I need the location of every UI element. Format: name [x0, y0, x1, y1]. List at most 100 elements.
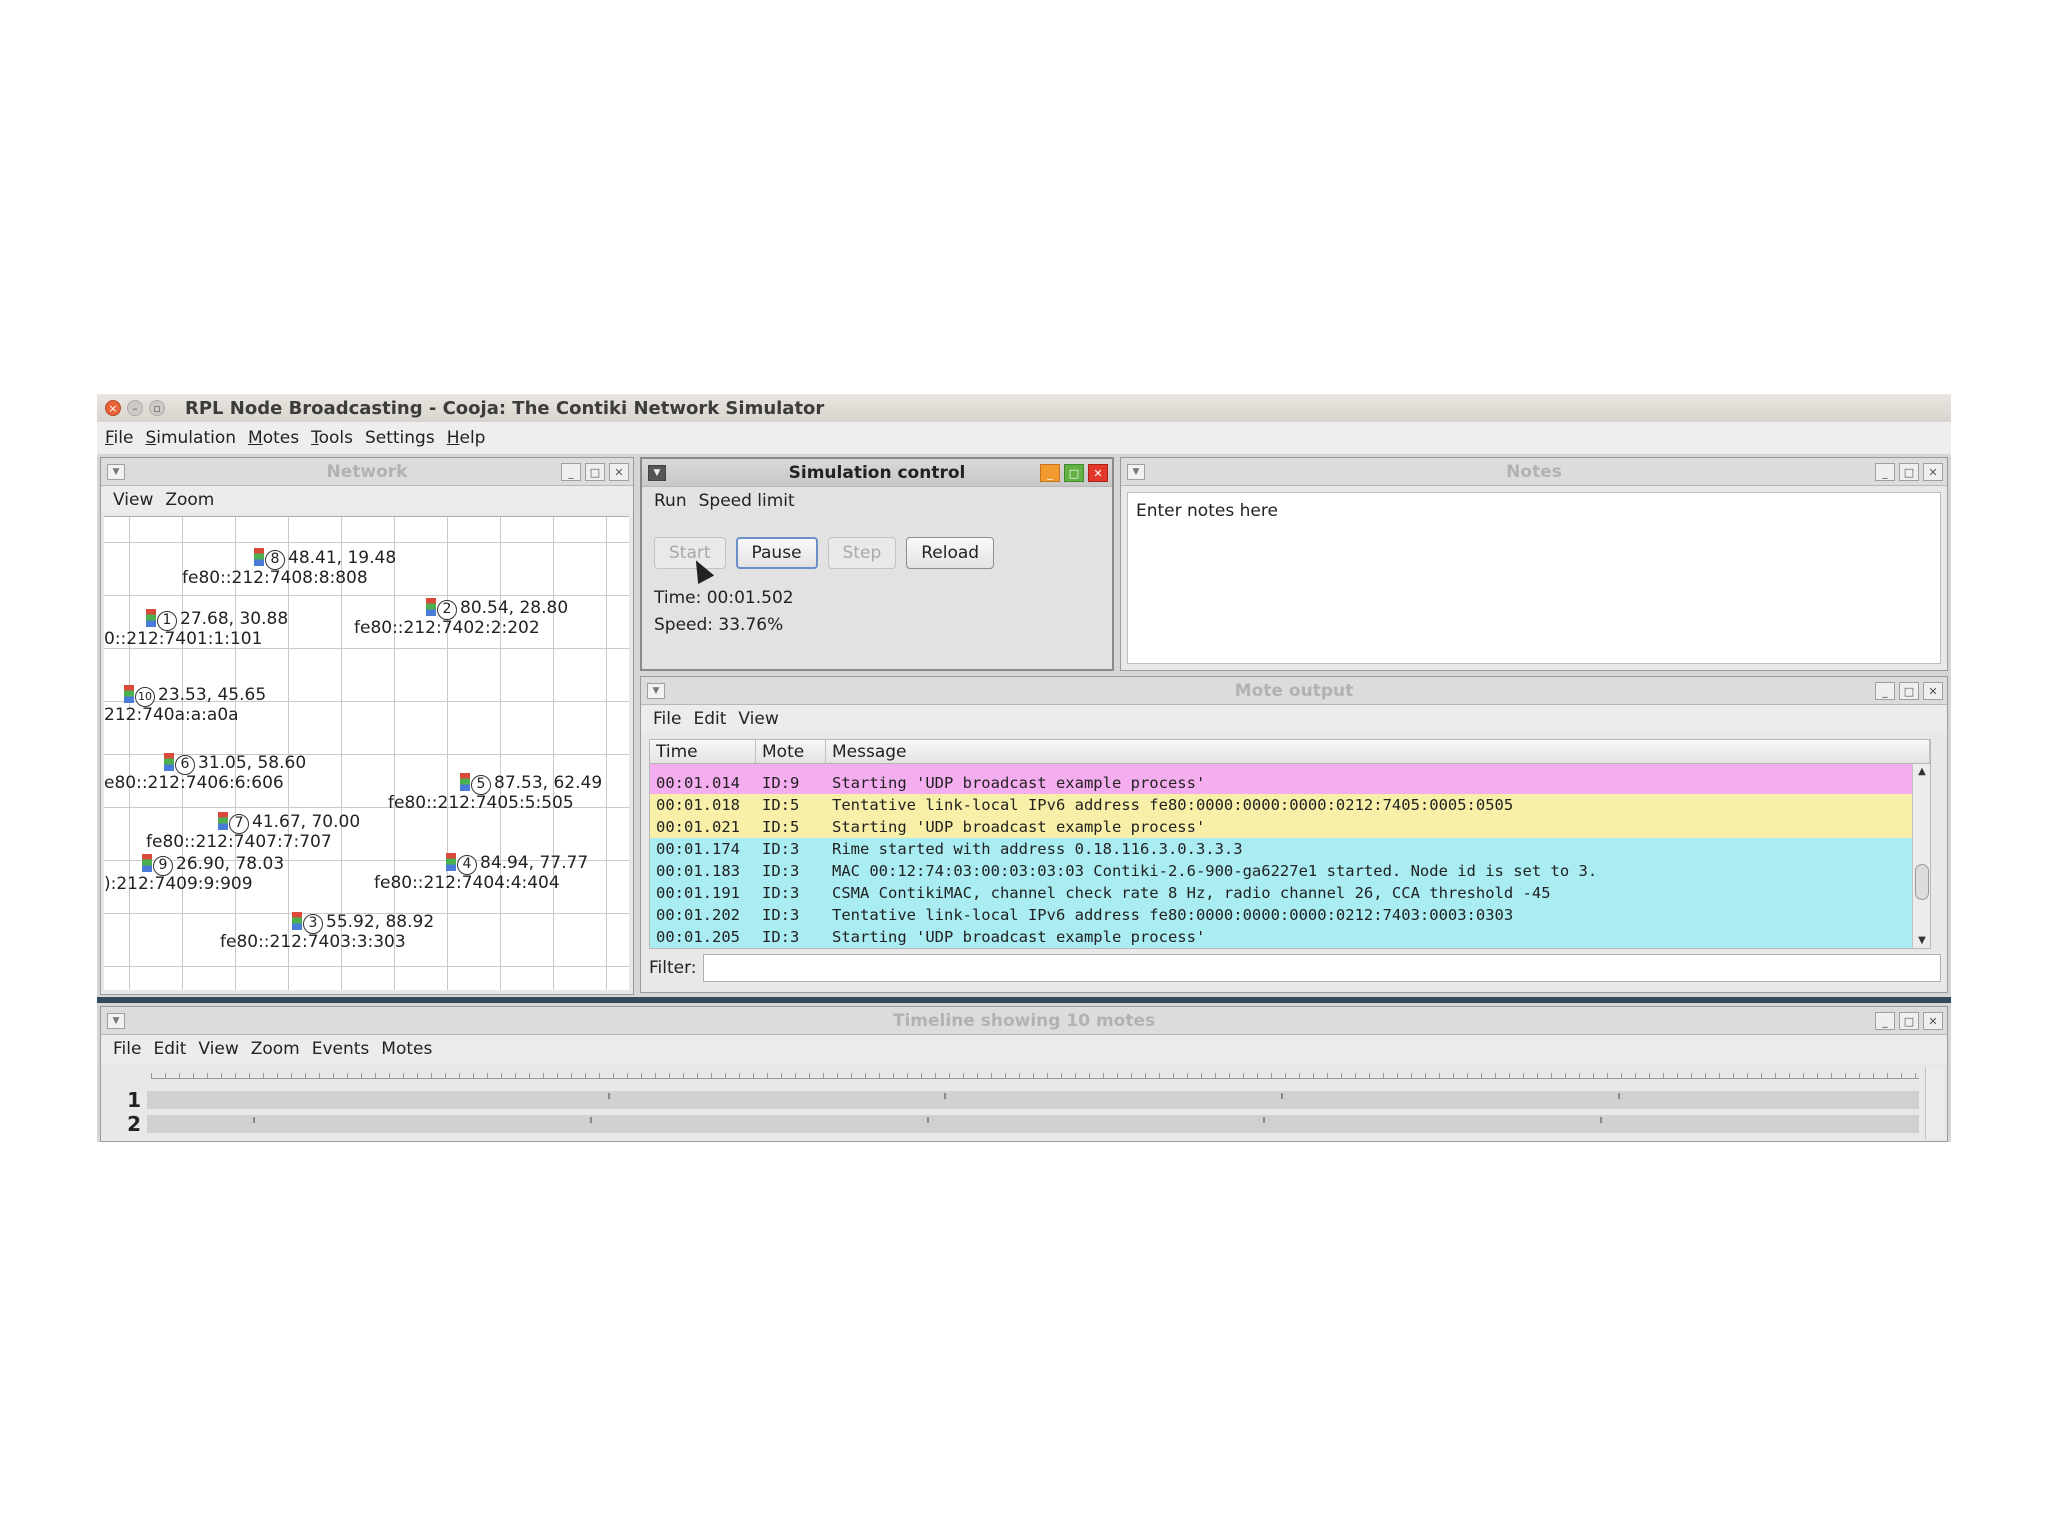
- mote-output-menu-icon[interactable]: ▼: [647, 683, 665, 699]
- cell-mote: ID:3: [762, 840, 800, 858]
- close-icon[interactable]: ✕: [1923, 463, 1943, 481]
- column-header-message[interactable]: Message: [826, 740, 1930, 763]
- table-row[interactable]: 00:01.205 ID:3 Starting 'UDP broadcast exa…: [650, 926, 1930, 948]
- minimize-icon[interactable]: _: [1875, 1012, 1895, 1030]
- minimize-icon[interactable]: _: [1040, 464, 1060, 482]
- timeline-row-1[interactable]: 1: [105, 1088, 1919, 1112]
- timeline-title: Timeline showing 10 motes: [892, 1010, 1156, 1031]
- simulation-control-menu-icon[interactable]: ▼: [648, 465, 666, 481]
- notes-menu-icon[interactable]: ▼: [1127, 464, 1145, 480]
- scroll-down-icon[interactable]: ▼: [1913, 935, 1930, 946]
- timeline-row-bar[interactable]: [147, 1115, 1919, 1133]
- mote-output-menu-file[interactable]: File: [653, 709, 681, 729]
- mote-6[interactable]: 6 31.05, 58.60 e80::212:7406:6:606: [104, 753, 307, 793]
- table-row[interactable]: 00:01.018 ID:5 Tentative link-local IPv6 a…: [650, 794, 1930, 816]
- mote-9[interactable]: 9 26.90, 78.03 ):212:7409:9:909: [104, 854, 284, 894]
- timeline-menu-motes[interactable]: Motes: [381, 1039, 432, 1059]
- cell-message: Tentative link-local IPv6 address fe80:0…: [832, 906, 1514, 924]
- menu-motes[interactable]: Motes: [248, 428, 299, 448]
- menu-file[interactable]: File: [105, 428, 133, 448]
- mote-2[interactable]: 2 80.54, 28.80 fe80::212:7402:2:202: [354, 598, 568, 638]
- timeline-menu-view[interactable]: View: [198, 1039, 238, 1059]
- window-maximize-button[interactable]: ▫: [149, 400, 165, 416]
- table-row[interactable]: 00:01.174 ID:3 Rime started with address 0…: [650, 838, 1930, 860]
- table-row[interactable]: 00:01.202 ID:3 Tentative link-local IPv6 a…: [650, 904, 1930, 926]
- network-menu-zoom[interactable]: Zoom: [165, 490, 214, 510]
- scroll-thumb[interactable]: [1915, 864, 1929, 900]
- maximize-icon[interactable]: □: [1899, 682, 1919, 700]
- minimize-icon[interactable]: _: [1875, 682, 1895, 700]
- column-header-time[interactable]: Time: [650, 740, 756, 763]
- table-row[interactable]: 00:01.021 ID:5 Starting 'UDP broadcast exa…: [650, 816, 1930, 838]
- mote-address: fe80::212:7405:5:505: [388, 793, 574, 813]
- timeline-row-2[interactable]: 2: [105, 1112, 1919, 1136]
- mote-output-table[interactable]: Time Mote Message 00:01.014 ID:9 Starting …: [649, 739, 1931, 949]
- simulation-control-panel: ▼ Simulation control _ □ ✕ Run Speed lim…: [640, 457, 1114, 671]
- timeline-row-bar[interactable]: [147, 1091, 1919, 1109]
- mote-icon: [426, 598, 436, 616]
- close-icon[interactable]: ✕: [1923, 1012, 1943, 1030]
- menu-tools[interactable]: Tools: [311, 428, 353, 448]
- maximize-icon[interactable]: □: [1899, 1012, 1919, 1030]
- mote-4[interactable]: 4 84.94, 77.77 fe80::212:7404:4:404: [374, 853, 589, 893]
- cell-time: 00:01.014: [656, 774, 740, 792]
- step-button[interactable]: Step: [827, 537, 897, 569]
- sim-menu-run[interactable]: Run: [654, 491, 687, 511]
- maximize-icon[interactable]: □: [1899, 463, 1919, 481]
- close-icon[interactable]: ✕: [609, 463, 629, 481]
- maximize-icon[interactable]: □: [1064, 464, 1084, 482]
- menu-tools-mnemonic: T: [311, 428, 319, 448]
- timeline-ruler: [151, 1067, 1919, 1079]
- timeline-menu-icon[interactable]: ▼: [107, 1013, 125, 1029]
- close-icon[interactable]: ✕: [1923, 682, 1943, 700]
- pause-button[interactable]: Pause: [735, 537, 818, 569]
- mote-5[interactable]: 5 87.53, 62.49 fe80::212:7405:5:505: [388, 773, 602, 813]
- mote-1[interactable]: 1 27.68, 30.88 0::212:7401:1:101: [104, 609, 288, 649]
- mote-3[interactable]: 3 55.92, 88.92 fe80::212:7403:3:303: [220, 912, 434, 952]
- log-scrollbar[interactable]: ▲ ▼: [1912, 764, 1930, 948]
- timeline-menu-file[interactable]: File: [113, 1039, 141, 1059]
- mote-id-badge: 9: [153, 856, 173, 876]
- split-divider[interactable]: [97, 997, 1951, 1003]
- window-minimize-button[interactable]: –: [127, 400, 143, 416]
- notes-textarea[interactable]: Enter notes here: [1127, 492, 1941, 664]
- mote-8[interactable]: 8 48.41, 19.48 fe80::212:7408:8:808: [182, 548, 396, 588]
- maximize-icon[interactable]: □: [585, 463, 605, 481]
- table-row[interactable]: 00:01.191 ID:3 CSMA ContikiMAC, channel ch…: [650, 882, 1930, 904]
- menu-simulation[interactable]: Simulation: [145, 428, 236, 448]
- mote-id-badge: 10: [135, 687, 155, 707]
- table-row[interactable]: 00:01.014 ID:9 Starting 'UDP broadcast exa…: [650, 772, 1930, 794]
- scroll-up-icon[interactable]: ▲: [1913, 766, 1930, 777]
- mote-7[interactable]: 7 41.67, 70.00 fe80::212:7407:7:707: [146, 812, 360, 852]
- timeline-menu-bar: File Edit View Zoom Events Motes: [101, 1035, 1947, 1063]
- minimize-icon[interactable]: _: [561, 463, 581, 481]
- table-row[interactable]: 00:01.183 ID:3 MAC 00:12:74:03:00:03:03:03…: [650, 860, 1930, 882]
- mote-output-menu-edit[interactable]: Edit: [693, 709, 726, 729]
- menu-settings[interactable]: Settings: [365, 428, 435, 448]
- timeline-menu-edit[interactable]: Edit: [153, 1039, 186, 1059]
- window-close-button[interactable]: ×: [105, 400, 121, 416]
- mote-address: ):212:7409:9:909: [104, 874, 253, 894]
- mote-10[interactable]: 10 23.53, 45.65 212:740a:a:a0a: [104, 685, 266, 725]
- mote-coords: 31.05, 58.60: [198, 753, 307, 773]
- close-icon[interactable]: ✕: [1088, 464, 1108, 482]
- mote-id-badge: 4: [457, 855, 477, 875]
- timeline-menu-zoom[interactable]: Zoom: [251, 1039, 300, 1059]
- network-menu-icon[interactable]: ▼: [107, 464, 125, 480]
- sim-menu-speed-limit[interactable]: Speed limit: [699, 491, 795, 511]
- filter-input[interactable]: [702, 954, 1941, 982]
- network-menu-view[interactable]: View: [113, 490, 153, 510]
- column-header-mote[interactable]: Mote: [756, 740, 826, 763]
- mote-coords: 84.94, 77.77: [480, 853, 589, 873]
- reload-button[interactable]: Reload: [906, 537, 995, 569]
- timeline-scrollbar[interactable]: [1925, 1067, 1943, 1139]
- mote-address: fe80::212:7402:2:202: [354, 618, 540, 638]
- network-canvas[interactable]: 8 48.41, 19.48 fe80::212:7408:8:808 2 80.5…: [104, 516, 629, 990]
- title-bar: × – ▫ RPL Node Broadcasting - Cooja: The…: [97, 394, 1951, 422]
- minimize-icon[interactable]: _: [1875, 463, 1895, 481]
- timeline-menu-events[interactable]: Events: [312, 1039, 370, 1059]
- mote-output-header: ▼ Mote output _ □ ✕: [641, 677, 1947, 705]
- mote-output-menu-view[interactable]: View: [738, 709, 778, 729]
- menu-help[interactable]: Help: [447, 428, 486, 448]
- mote-icon: [218, 812, 228, 830]
